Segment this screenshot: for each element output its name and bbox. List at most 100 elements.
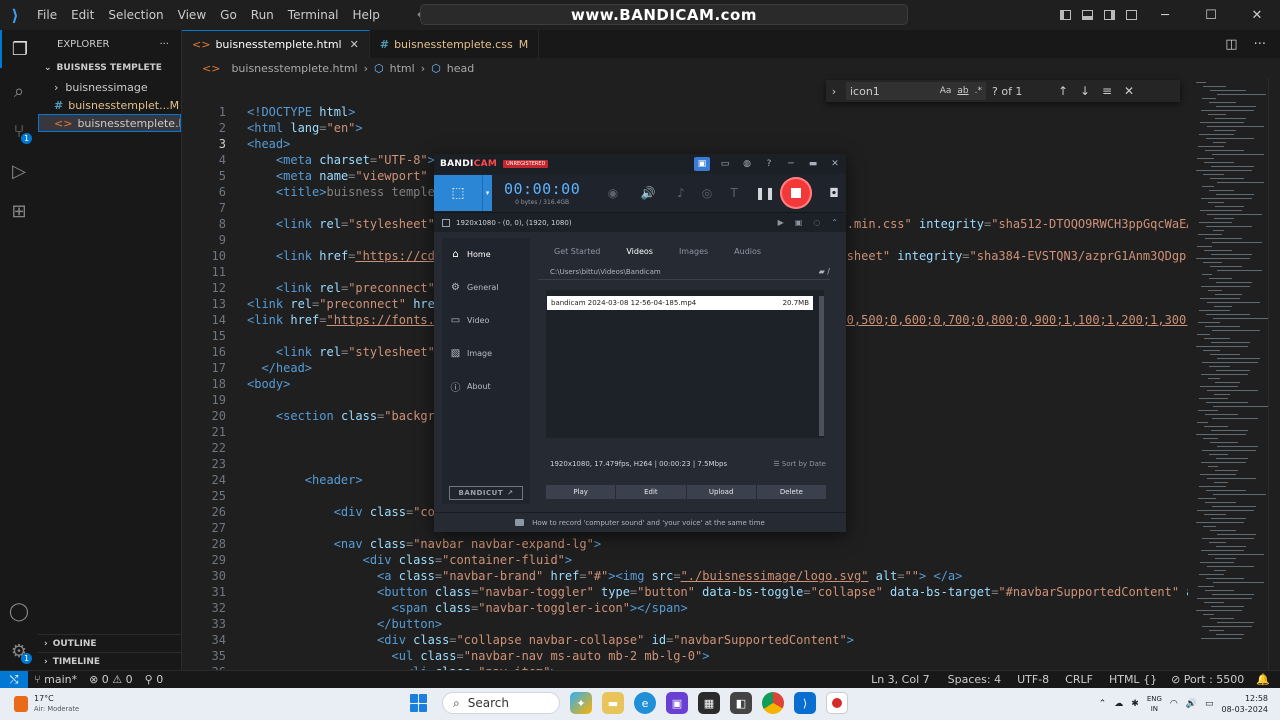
collapse-up-icon[interactable]: ⌃: [831, 218, 838, 227]
ports-status[interactable]: ⚲ 0: [139, 673, 170, 686]
tab-audios[interactable]: Audios: [734, 247, 761, 256]
close-icon[interactable]: ✕: [824, 159, 846, 169]
bandicut-button[interactable]: BANDICUT ↗: [449, 486, 523, 500]
eol-status[interactable]: CRLF: [1059, 673, 1103, 686]
code-line[interactable]: 35 <ul class="navbar-nav ms-auto mb-2 mb…: [182, 648, 1188, 664]
toggle-secondary-sidebar-icon[interactable]: [1098, 0, 1120, 30]
tab-html-file[interactable]: <> buisnesstemplete.html ✕: [182, 30, 370, 58]
extensions-icon[interactable]: ⊞: [0, 192, 38, 230]
collapse-icon[interactable]: ▬: [802, 159, 824, 169]
code-line[interactable]: 2 <html lang="en">: [182, 120, 1188, 136]
video-icon[interactable]: ▶: [778, 218, 784, 227]
close-find-icon[interactable]: ✕: [1118, 84, 1140, 98]
menu-selection[interactable]: Selection: [101, 0, 170, 30]
tab-get-started[interactable]: Get Started: [554, 247, 600, 256]
list-scrollbar[interactable]: [819, 296, 824, 436]
area-checkbox[interactable]: [442, 218, 450, 227]
store-icon[interactable]: ▦: [698, 692, 720, 714]
code-line[interactable]: 30 <a class="navbar-brand" href="#"><img…: [182, 568, 1188, 584]
stop-record-button[interactable]: [780, 177, 812, 209]
tab-images[interactable]: Images: [679, 247, 708, 256]
workspace-folder[interactable]: ⌄ BUISNESS TEMPLETE: [38, 58, 181, 78]
audio-icon[interactable]: ◌: [813, 218, 820, 227]
help-icon[interactable]: ?: [758, 159, 780, 169]
next-match-icon[interactable]: ↓: [1074, 84, 1096, 98]
language-indicator[interactable]: ENG IN: [1147, 694, 1162, 714]
tab-videos[interactable]: Videos: [626, 247, 653, 256]
mode-dropdown-icon[interactable]: ▾: [482, 175, 492, 211]
menu-file[interactable]: File: [30, 0, 64, 30]
code-line[interactable]: 34 <div class="collapse navbar-collapse"…: [182, 632, 1188, 648]
indentation-status[interactable]: Spaces: 4: [942, 673, 1011, 686]
run-debug-icon[interactable]: ▷: [0, 152, 38, 190]
live-server-port[interactable]: ⊘ Port : 5500: [1165, 673, 1250, 686]
weather-widget[interactable]: 17°C Air: Moderate: [14, 694, 79, 714]
edit-button[interactable]: Edit: [616, 485, 686, 499]
nav-video[interactable]: ▭ Video: [442, 304, 530, 337]
wifi-icon[interactable]: ◠: [1170, 699, 1178, 709]
clock[interactable]: 12:58 08-03-2024: [1222, 693, 1269, 715]
lock-icon[interactable]: ▣: [694, 157, 710, 171]
source-control-icon[interactable]: ⑂ 1: [0, 112, 38, 150]
battery-icon[interactable]: ▭: [1205, 699, 1214, 709]
minimize-button[interactable]: ─: [1142, 0, 1188, 30]
nav-about[interactable]: ⓘ About: [442, 370, 530, 403]
remote-icon[interactable]: ⤭: [0, 670, 28, 689]
account-icon[interactable]: ◯: [0, 592, 38, 630]
editor-scrollbar[interactable]: [1268, 78, 1280, 670]
nav-home[interactable]: ⌂ Home: [442, 238, 530, 271]
code-line[interactable]: 29 <div class="container-fluid">: [182, 552, 1188, 568]
match-case-icon[interactable]: Aa: [940, 86, 952, 96]
screenshot-camera-icon[interactable]: ◘: [823, 182, 845, 204]
code-line[interactable]: 32 <span class="navbar-toggler-icon"></s…: [182, 600, 1188, 616]
mouse-effect-icon[interactable]: ◎: [696, 182, 718, 204]
play-button[interactable]: Play: [546, 485, 616, 499]
edge-icon[interactable]: e: [634, 692, 656, 714]
upload-button[interactable]: Upload: [686, 485, 756, 499]
tree-item-html-file[interactable]: <> buisnesstemplete.html: [38, 114, 181, 132]
app-icon[interactable]: ◧: [730, 692, 752, 714]
minimap[interactable]: [1188, 78, 1270, 670]
close-window-button[interactable]: ✕: [1234, 0, 1280, 30]
copilot-icon[interactable]: ✦: [570, 692, 592, 714]
nav-general[interactable]: ⚙ General: [442, 271, 530, 304]
list-item[interactable]: bandicam 2024-03-08 12-56-04-185.mp4 20.…: [547, 296, 813, 310]
manage-gear-icon[interactable]: ⚙ 1: [0, 632, 38, 670]
vscode-taskbar-icon[interactable]: ⟩: [794, 692, 816, 714]
taskbar-search[interactable]: ⌕ Search: [442, 692, 560, 714]
teams-icon[interactable]: ▣: [666, 692, 688, 714]
delete-button[interactable]: Delete: [756, 485, 826, 499]
language-status[interactable]: HTML {}: [1103, 673, 1165, 686]
chevron-up-icon[interactable]: ⌃: [1099, 699, 1107, 709]
problems-status[interactable]: ⊗ 0 ⚠ 0: [83, 673, 139, 686]
open-folder-icon[interactable]: ▰ /: [819, 267, 830, 276]
command-center[interactable]: www.BANDICAM.com: [420, 4, 908, 25]
nav-image[interactable]: ▨ Image: [442, 337, 530, 370]
image-icon[interactable]: ▣: [795, 218, 803, 227]
toggle-panel-icon[interactable]: [1076, 0, 1098, 30]
explorer-icon[interactable]: ❐: [0, 30, 38, 68]
file-explorer-icon[interactable]: ▬: [602, 692, 624, 714]
more-actions-icon[interactable]: ···: [1254, 37, 1266, 52]
code-line[interactable]: 31 <button class="navbar-toggler" type="…: [182, 584, 1188, 600]
notifications-icon[interactable]: 🔔: [1250, 673, 1280, 686]
find-in-selection-icon[interactable]: ≡: [1096, 84, 1118, 98]
close-tab-icon[interactable]: ✕: [350, 38, 359, 51]
bandicam-tip[interactable]: How to record 'computer sound' and 'your…: [434, 512, 846, 532]
customize-layout-icon[interactable]: [1120, 0, 1142, 30]
windows-start-icon[interactable]: [410, 694, 428, 712]
regex-icon[interactable]: .*: [975, 86, 982, 96]
menu-help[interactable]: Help: [346, 0, 387, 30]
menu-run[interactable]: Run: [244, 0, 281, 30]
find-input[interactable]: icon1 Aa ab .*: [846, 82, 986, 100]
breadcrumb-head[interactable]: head: [447, 62, 474, 75]
webcam-icon[interactable]: ◉: [602, 182, 624, 204]
outline-section[interactable]: › OUTLINE: [38, 634, 182, 652]
tree-item-css-file[interactable]: # buisnesstemplet... M: [38, 96, 181, 114]
toggle-replace-icon[interactable]: ›: [826, 85, 842, 98]
tab-css-file[interactable]: # buisnesstemplete.css M: [370, 30, 540, 58]
sort-by-date[interactable]: ☰ Sort by Date: [773, 460, 826, 468]
code-line[interactable]: 1 <!DOCTYPE html>: [182, 104, 1188, 120]
branch-status[interactable]: ⑂ main*: [28, 673, 83, 686]
text-overlay-icon[interactable]: T: [723, 182, 745, 204]
